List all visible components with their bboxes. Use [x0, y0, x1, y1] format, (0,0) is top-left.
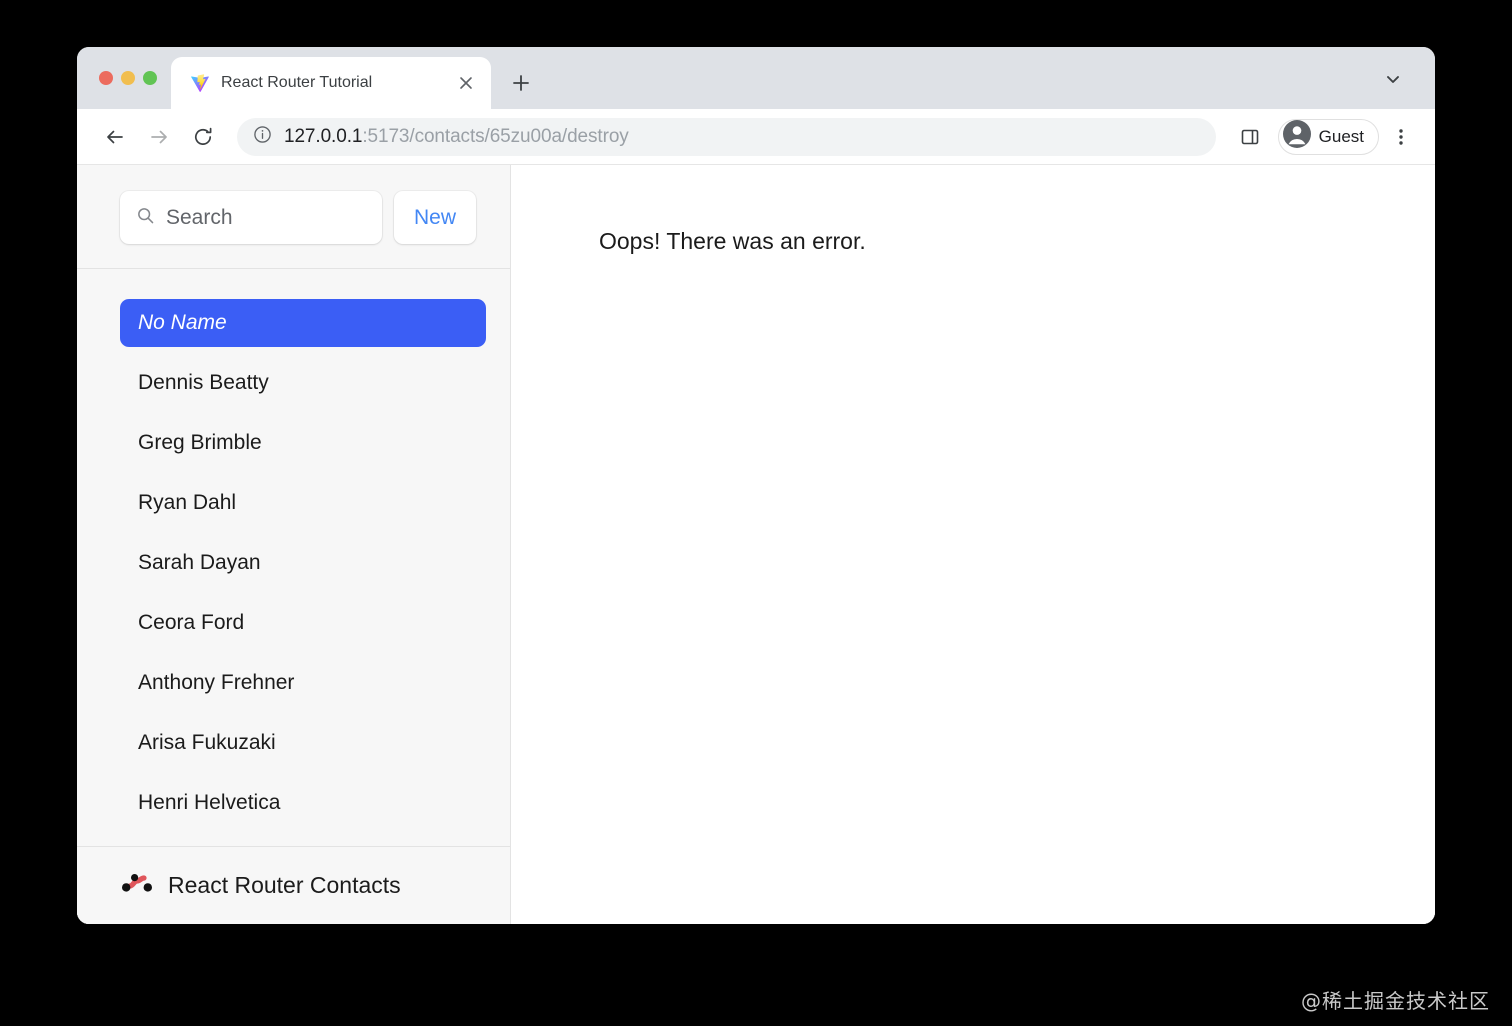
browser-toolbar: 127.0.0.1:5173/contacts/65zu00a/destroy …: [77, 109, 1435, 165]
window-traffic-lights: [77, 47, 171, 109]
side-panel-icon[interactable]: [1232, 119, 1268, 155]
watermark: @稀土掘金技术社区: [1301, 989, 1490, 1013]
search-input-placeholder: Search: [166, 205, 233, 229]
reload-icon[interactable]: [183, 117, 223, 157]
sidebar-footer: React Router Contacts: [77, 846, 510, 924]
contacts-list[interactable]: No Name Dennis Beatty Greg Brimble Ryan …: [77, 269, 510, 846]
profile-label: Guest: [1318, 126, 1364, 146]
browser-window: React Router Tutorial 127.0.0.1:5173/con…: [77, 47, 1435, 924]
error-message: Oops! There was an error.: [599, 228, 866, 254]
chevron-down-icon[interactable]: [1373, 59, 1413, 99]
info-circle-icon[interactable]: [253, 125, 272, 149]
address-bar-url: 127.0.0.1:5173/contacts/65zu00a/destroy: [284, 126, 629, 148]
page-body: Search New No Name Dennis Beatty Greg Br…: [77, 165, 1435, 924]
account-circle-icon: [1282, 120, 1311, 153]
react-router-logo-icon: [120, 871, 154, 900]
new-tab-button[interactable]: [501, 63, 541, 103]
close-icon[interactable]: [453, 70, 479, 96]
address-bar-path: :5173/contacts/65zu00a/destroy: [362, 125, 629, 147]
contact-list-item-active[interactable]: No Name: [120, 299, 486, 347]
arrow-left-icon[interactable]: [95, 117, 135, 157]
search-input[interactable]: Search: [120, 191, 382, 244]
contact-list-item[interactable]: Ryan Dahl: [120, 479, 486, 527]
main-content: Oops! There was an error.: [511, 165, 1435, 924]
minimize-window-button[interactable]: [121, 71, 135, 85]
tab-title: React Router Tutorial: [221, 74, 373, 91]
profile-chip[interactable]: Guest: [1277, 118, 1379, 155]
maximize-window-button[interactable]: [143, 71, 157, 85]
sidebar-footer-label: React Router Contacts: [168, 872, 401, 898]
contact-list-item[interactable]: Henri Helvetica: [120, 779, 486, 827]
contact-list-item[interactable]: Greg Brimble: [120, 419, 486, 467]
contacts-sidebar: Search New No Name Dennis Beatty Greg Br…: [77, 165, 511, 924]
browser-tab[interactable]: React Router Tutorial: [171, 57, 491, 109]
search-icon: [136, 206, 155, 230]
new-contact-button[interactable]: New: [393, 191, 476, 244]
contact-list-item[interactable]: Michael Jackson: [120, 839, 486, 846]
close-window-button[interactable]: [99, 71, 113, 85]
address-bar[interactable]: 127.0.0.1:5173/contacts/65zu00a/destroy: [237, 117, 1216, 156]
address-bar-host: 127.0.0.1: [284, 125, 363, 147]
contact-list-item[interactable]: Sarah Dayan: [120, 539, 486, 587]
contact-list-item[interactable]: Anthony Frehner: [120, 659, 486, 707]
contact-list-item[interactable]: Ceora Ford: [120, 599, 486, 647]
vite-logo-icon: [189, 72, 211, 94]
three-dot-menu-icon[interactable]: [1383, 119, 1419, 155]
arrow-right-icon: [139, 117, 179, 157]
contact-list-item[interactable]: Dennis Beatty: [120, 359, 486, 407]
contact-list-item[interactable]: Arisa Fukuzaki: [120, 719, 486, 767]
tab-strip: React Router Tutorial: [77, 47, 1435, 109]
sidebar-header: Search New: [77, 165, 510, 269]
